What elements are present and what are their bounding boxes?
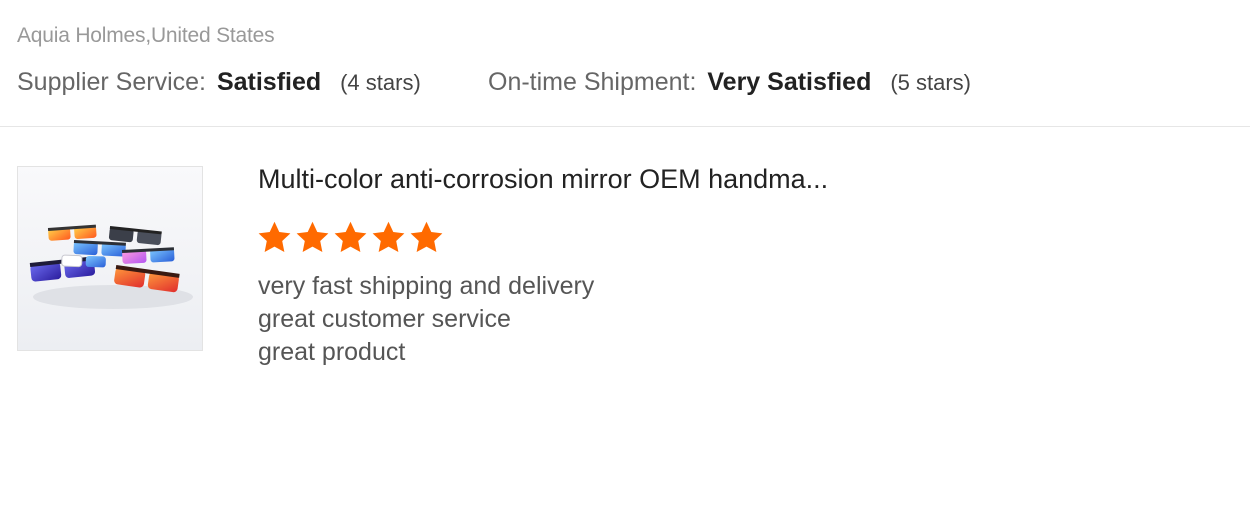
review-card: Aquia Holmes,United States Supplier Serv… xyxy=(0,0,1250,510)
reviewer-name-location: Aquia Holmes,United States xyxy=(17,24,275,47)
product-title-link[interactable]: Multi-color anti-corrosion mirror OEM ha… xyxy=(258,164,828,195)
ontime-shipment-rating: On-time Shipment: Very Satisfied (5 star… xyxy=(488,68,971,97)
ontime-shipment-stars: (5 stars) xyxy=(890,70,971,95)
supplier-service-label: Supplier Service: xyxy=(17,68,206,96)
star-icon xyxy=(410,221,443,252)
star-icon xyxy=(372,221,405,252)
feedback-line: very fast shipping and delivery xyxy=(258,272,595,300)
feedback-line: great product xyxy=(258,338,406,366)
product-thumbnail[interactable] xyxy=(17,166,203,351)
divider xyxy=(0,126,1250,127)
supplier-service-value: Satisfied xyxy=(216,68,322,96)
supplier-service-rating: Supplier Service: Satisfied (4 stars) xyxy=(17,68,421,97)
sunglasses-product-photo xyxy=(18,167,202,350)
star-icon xyxy=(296,221,329,252)
review-feedback: very fast shipping and delivery great cus… xyxy=(258,270,594,369)
supplier-service-stars: (4 stars) xyxy=(340,70,421,95)
star-icon xyxy=(334,221,367,252)
product-star-rating xyxy=(256,219,445,257)
feedback-line: great customer service xyxy=(258,305,511,333)
ontime-shipment-value: Very Satisfied xyxy=(707,68,872,96)
ontime-shipment-label: On-time Shipment: xyxy=(488,68,697,96)
star-icon xyxy=(258,221,291,252)
